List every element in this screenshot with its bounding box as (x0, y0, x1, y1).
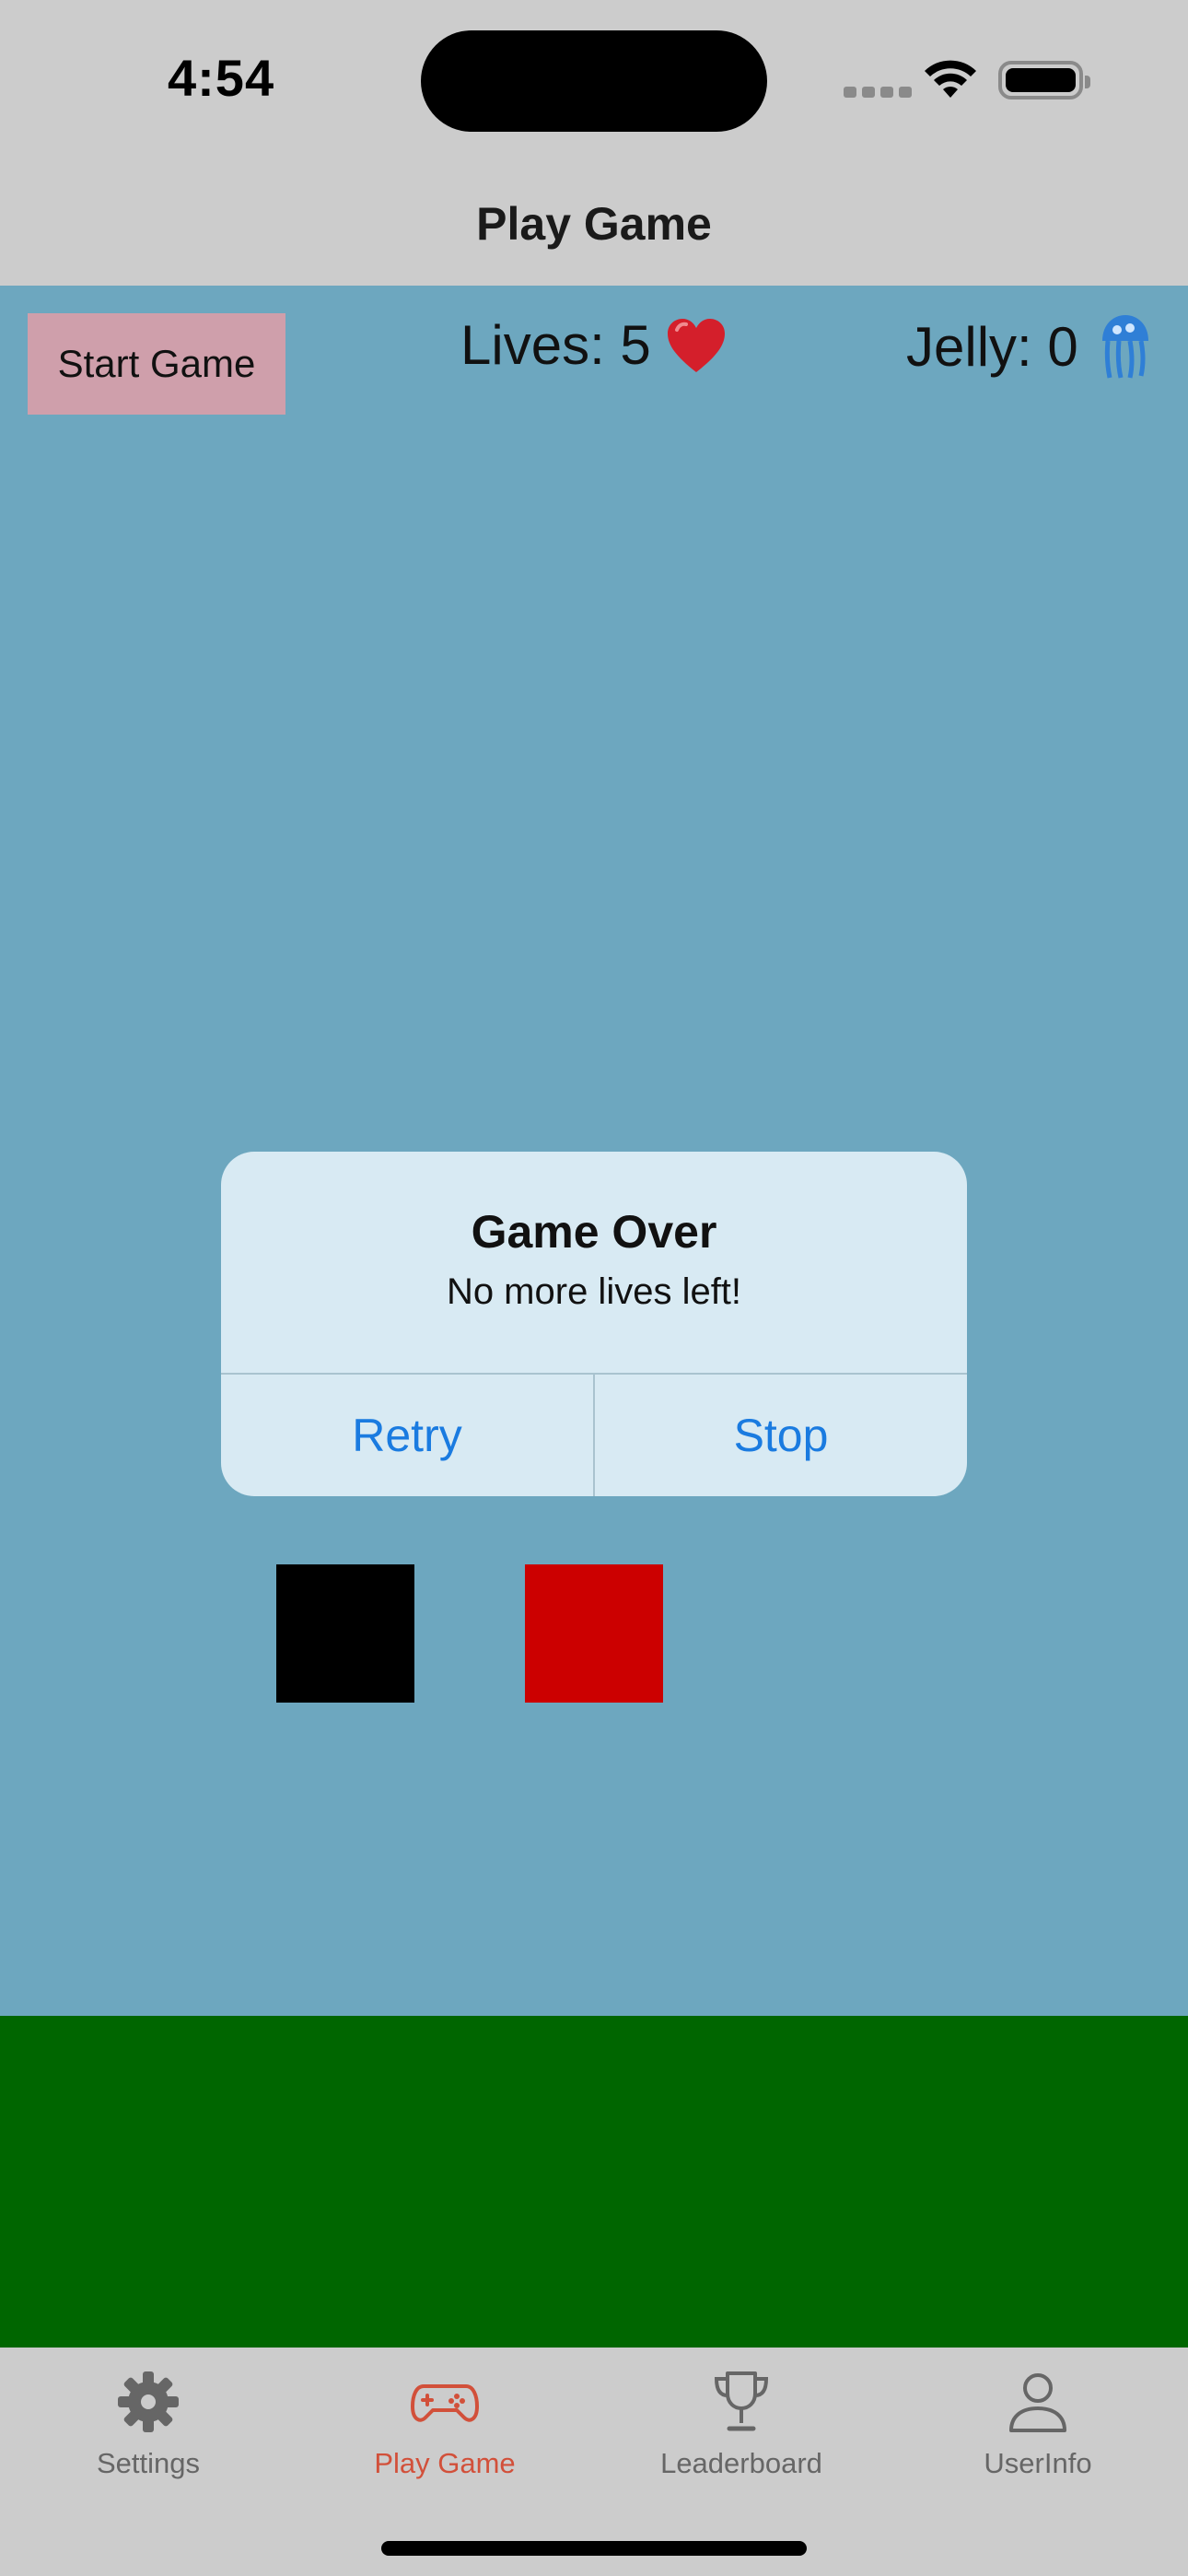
gear-icon (118, 2371, 179, 2432)
trophy-icon (714, 2371, 769, 2431)
heart-icon (667, 318, 725, 372)
wifi-icon (925, 60, 976, 98)
jellyfish-icon (1101, 315, 1148, 379)
tab-label-userinfo: UserInfo (984, 2447, 1092, 2479)
tab-leaderboard[interactable]: Leaderboard (593, 2368, 890, 2515)
start-game-button[interactable]: Start Game (28, 313, 285, 415)
home-indicator[interactable] (381, 2541, 807, 2556)
player-block (276, 1564, 414, 1703)
lives-label: Lives: 5 (460, 314, 651, 376)
page-title: Play Game (476, 198, 712, 250)
enemy-block (525, 1564, 663, 1703)
tab-label-settings: Settings (96, 2447, 200, 2479)
tab-label-leaderboard: Leaderboard (660, 2447, 822, 2479)
status-bar: 4:54 (0, 0, 1188, 157)
jelly-label: Jelly: 0 (906, 315, 1078, 378)
alert-title: Game Over (471, 1206, 717, 1258)
navigation-bar: Play Game (0, 157, 1188, 286)
battery-icon (998, 61, 1090, 100)
tab-label-play-game: Play Game (374, 2447, 516, 2479)
jelly-counter: Jelly: 0 (906, 313, 1152, 380)
retry-button[interactable]: Retry (221, 1375, 593, 1496)
cellular-signal-icon (844, 87, 912, 98)
dynamic-island (421, 30, 767, 132)
tab-play-game[interactable]: Play Game (297, 2368, 593, 2515)
status-time: 4:54 (168, 49, 275, 107)
gamecontroller-icon (411, 2384, 479, 2422)
game-over-alert: Game Over No more lives left! Retry Stop (221, 1152, 967, 1496)
alert-message: No more lives left! (446, 1271, 742, 1312)
game-area[interactable]: Start Game Lives: 5 Jelly: 0 (0, 286, 1188, 2016)
lives-counter: Lives: 5 (460, 313, 727, 377)
tab-userinfo[interactable]: UserInfo (890, 2368, 1186, 2515)
person-icon (1009, 2373, 1066, 2432)
ground (0, 2016, 1188, 2348)
stop-button[interactable]: Stop (595, 1375, 967, 1496)
tab-settings[interactable]: Settings (0, 2368, 297, 2515)
